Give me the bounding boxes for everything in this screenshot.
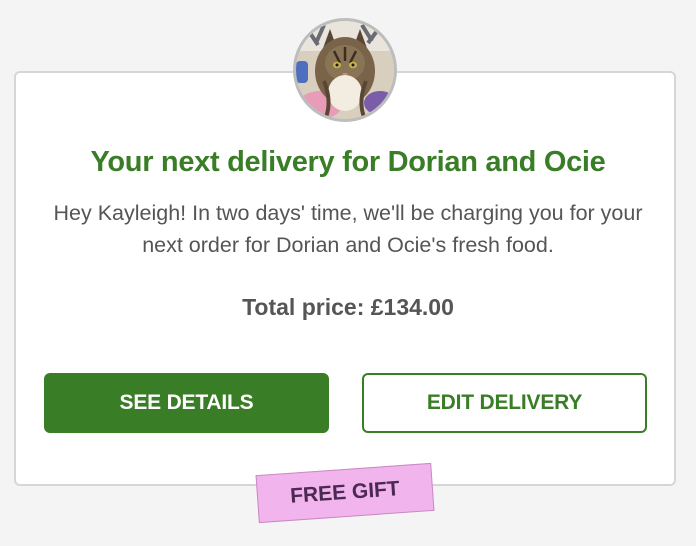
pet-avatar (293, 18, 397, 122)
see-details-button[interactable]: SEE DETAILS (44, 373, 329, 433)
cat-photo-image (296, 21, 394, 119)
delivery-title: Your next delivery for Dorian and Ocie (90, 146, 606, 178)
delivery-message: Hey Kayleigh! In two days' time, we'll b… (53, 201, 643, 257)
total-price: Total price: £134.00 (242, 294, 454, 320)
edit-delivery-button[interactable]: EDIT DELIVERY (362, 373, 647, 433)
